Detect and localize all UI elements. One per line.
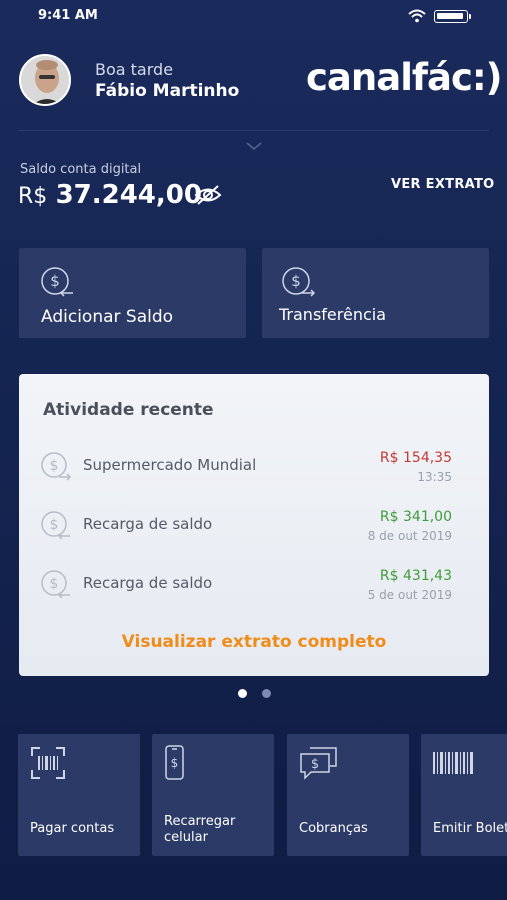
balance-label: Saldo conta digital — [20, 162, 142, 177]
recharge-phone-label-line2: celular — [164, 830, 208, 845]
view-full-statement-link[interactable]: Visualizar extrato completo — [19, 632, 489, 652]
activity-amount: R$ 341,00 — [379, 509, 452, 525]
issue-boleto-button[interactable]: Emitir Boleto — [421, 734, 507, 856]
divider — [18, 130, 489, 131]
activity-title: Atividade recente — [43, 400, 214, 420]
issue-boleto-label: Emitir Boleto — [433, 821, 507, 836]
brand-logo: canalfác:) — [306, 56, 503, 99]
dollar-in-icon: $ — [39, 266, 75, 302]
view-statement-link[interactable]: VER EXTRATO — [391, 177, 495, 192]
svg-text:$: $ — [171, 756, 179, 770]
greeting: Boa tarde — [95, 60, 174, 79]
chat-dollar-icon: $ — [299, 746, 339, 786]
add-balance-label: Adicionar Saldo — [41, 307, 174, 327]
svg-text:$: $ — [50, 272, 60, 290]
activity-date: 8 de out 2019 — [367, 529, 452, 543]
recharge-phone-button[interactable]: $ Recarregar celular — [152, 734, 274, 856]
recharge-phone-label-line1: Recarregar — [164, 814, 236, 829]
barcode-icon — [433, 752, 475, 780]
transfer-label: Transferência — [279, 305, 387, 324]
svg-text:$: $ — [50, 576, 59, 592]
activity-desc: Supermercado Mundial — [83, 456, 257, 474]
eye-hidden-icon[interactable] — [194, 184, 222, 210]
activity-item[interactable]: $ Recarga de saldo R$ 431,43 5 de out 20… — [19, 558, 489, 608]
activity-item[interactable]: $ Recarga de saldo R$ 341,00 8 de out 20… — [19, 499, 489, 549]
barcode-scan-icon — [30, 746, 66, 784]
activity-date: 5 de out 2019 — [367, 588, 452, 602]
pay-bills-button[interactable]: Pagar contas — [18, 734, 140, 856]
activity-desc: Recarga de saldo — [83, 574, 213, 592]
transfer-button[interactable]: $ Transferência — [262, 248, 489, 338]
charges-label: Cobranças — [299, 821, 368, 836]
header: Boa tarde Fábio Martinho canalfác:) — [0, 48, 507, 118]
dollar-out-icon: $ — [39, 450, 73, 486]
activity-item[interactable]: $ Supermercado Mundial R$ 154,35 13:35 — [19, 440, 489, 490]
dollar-out-icon: $ — [280, 266, 316, 302]
svg-text:$: $ — [50, 517, 59, 533]
activity-amount: R$ 431,43 — [379, 568, 452, 584]
svg-text:$: $ — [311, 757, 319, 772]
wifi-icon — [408, 8, 426, 27]
svg-text:$: $ — [50, 458, 59, 474]
status-time: 9:41 AM — [38, 8, 98, 23]
chevron-down-icon[interactable] — [246, 136, 262, 155]
page-dot[interactable] — [262, 689, 271, 698]
charges-button[interactable]: $ Cobranças — [287, 734, 409, 856]
dollar-in-icon: $ — [39, 509, 73, 545]
phone-dollar-icon: $ — [164, 744, 186, 786]
status-bar: 9:41 AM — [0, 0, 507, 32]
page-dot-active[interactable] — [238, 689, 247, 698]
balance-currency: R$ — [18, 184, 48, 209]
add-balance-button[interactable]: $ Adicionar Saldo — [19, 248, 246, 338]
balance-value: R$ 37.244,00 — [18, 180, 202, 210]
pay-bills-label: Pagar contas — [30, 821, 115, 836]
balance-amount: 37.244,00 — [55, 180, 202, 210]
user-name: Fábio Martinho — [95, 81, 240, 101]
activity-desc: Recarga de saldo — [83, 515, 213, 533]
battery-icon — [434, 10, 471, 23]
activity-date: 13:35 — [417, 470, 452, 484]
svg-text:$: $ — [291, 272, 301, 290]
dollar-in-icon: $ — [39, 568, 73, 604]
avatar[interactable] — [19, 54, 71, 106]
recent-activity-card: Atividade recente $ Supermercado Mundial… — [19, 374, 489, 676]
activity-amount: R$ 154,35 — [379, 450, 452, 466]
